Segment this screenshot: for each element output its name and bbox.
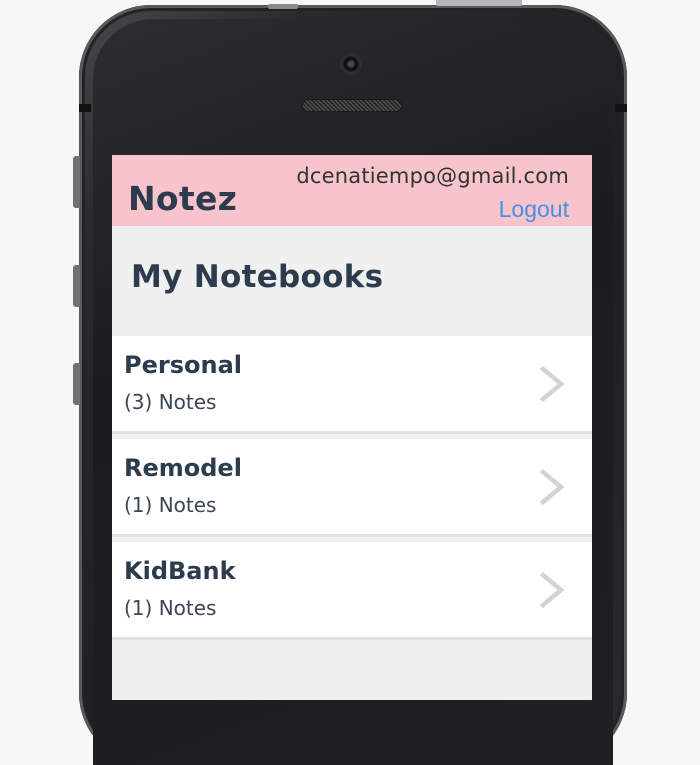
notebook-name: KidBank xyxy=(124,557,236,585)
notebook-note-count: (1) Notes xyxy=(124,493,217,517)
notebook-name: Personal xyxy=(124,351,242,379)
antenna-band-right xyxy=(615,104,627,112)
chevron-right-icon xyxy=(539,366,565,402)
notebook-item-personal[interactable]: Personal (3) Notes xyxy=(112,336,592,431)
mute-switch xyxy=(73,156,80,208)
notebook-note-count: (1) Notes xyxy=(124,596,217,620)
volume-down-button xyxy=(73,363,80,405)
top-frame-accent xyxy=(268,4,298,9)
notebook-name: Remodel xyxy=(124,454,242,482)
app-screen: Notez dcenatiempo@gmail.com Logout My No… xyxy=(112,155,592,700)
page-title: My Notebooks xyxy=(131,259,384,295)
earpiece-speaker xyxy=(303,100,401,111)
power-button xyxy=(436,0,522,6)
notebook-note-count: (3) Notes xyxy=(124,390,217,414)
antenna-band-left xyxy=(79,104,91,112)
user-email: dcenatiempo@gmail.com xyxy=(296,164,569,188)
front-camera xyxy=(340,53,362,75)
app-header: Notez dcenatiempo@gmail.com Logout xyxy=(112,155,592,226)
logout-link[interactable]: Logout xyxy=(499,196,569,223)
chevron-right-icon xyxy=(539,572,565,608)
app-title: Notez xyxy=(128,179,238,218)
notebook-item-kidbank[interactable]: KidBank (1) Notes xyxy=(112,542,592,637)
notebook-list: Personal (3) Notes Remodel (1) Notes Kid… xyxy=(112,336,592,645)
chevron-right-icon xyxy=(539,469,565,505)
notebook-item-remodel[interactable]: Remodel (1) Notes xyxy=(112,439,592,534)
volume-up-button xyxy=(73,265,80,307)
